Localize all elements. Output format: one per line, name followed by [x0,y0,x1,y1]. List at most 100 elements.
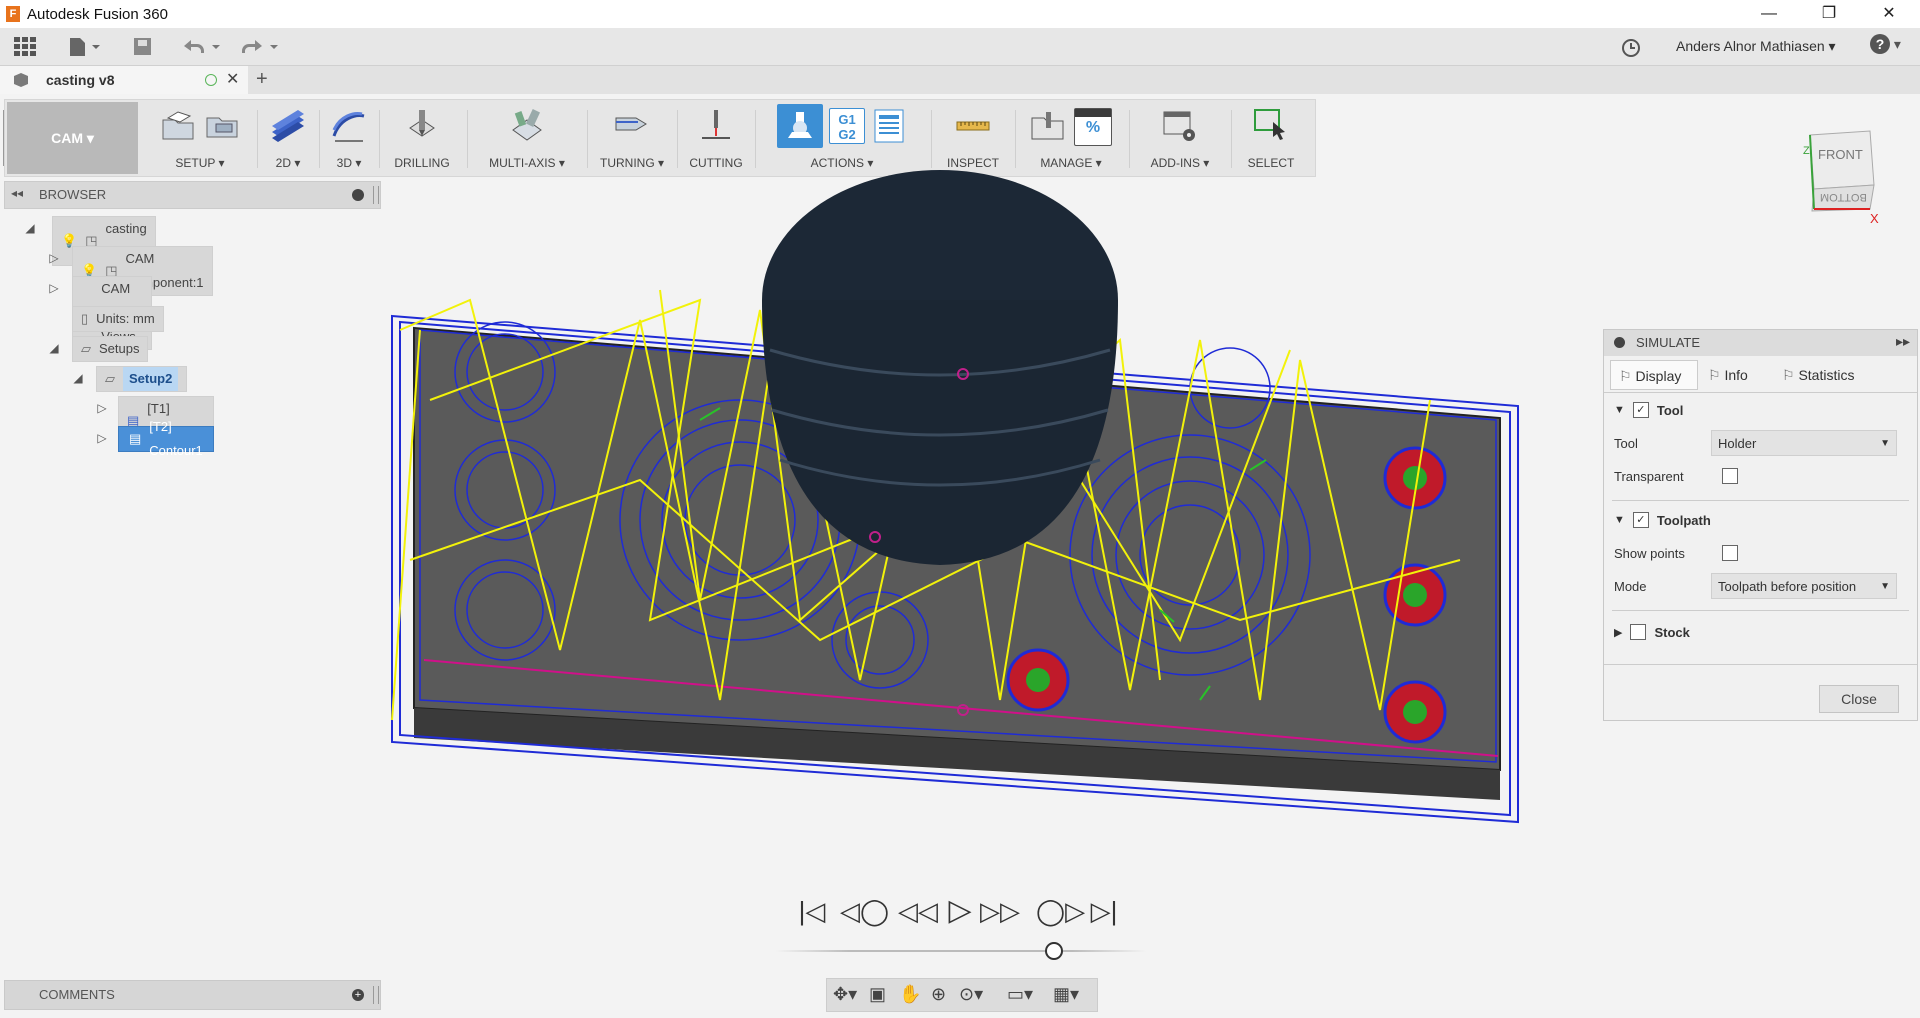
toolpath-section-checkbox[interactable]: ✓ [1632,512,1649,528]
setup-sheet-icon[interactable] [871,108,907,144]
undo-icon[interactable] [180,37,222,57]
templates-icon[interactable]: % [1074,108,1112,146]
add-ins-group[interactable]: ADD-INS ▾ [1131,104,1229,174]
grid-settings-icon[interactable]: ▦▾ [1053,984,1079,1005]
data-panel-grid-icon[interactable] [14,37,36,57]
fit-icon[interactable]: ⊙▾ [959,984,983,1005]
tab-statistics[interactable]: ⚐ Statistics [1776,360,1900,390]
help-menu[interactable]: ? ▾ [1870,34,1910,60]
add-comment-icon[interactable]: + [352,989,364,1001]
step-back-icon[interactable]: ◁◁ [898,895,938,927]
go-to-start-icon[interactable]: |◁ [796,895,828,927]
close-tab-icon[interactable]: ✕ [226,69,239,89]
new-tab-button[interactable]: + [256,68,268,91]
comments-panel[interactable]: COMMENTS + [4,980,381,1010]
new-setup-icon[interactable] [160,108,196,144]
view-cube-bottom-label[interactable]: BOTTOM [1820,191,1867,203]
user-account-menu[interactable]: Anders Alnor Mathiasen ▾ [1676,38,1836,55]
2d-adaptive-icon[interactable] [270,108,306,144]
go-to-end-icon[interactable]: ▷| [1088,895,1120,927]
view-cube-front-label[interactable]: FRONT [1818,147,1863,162]
zoom-icon[interactable]: ⊕ [931,984,946,1005]
multi-axis-group[interactable]: MULTI-AXIS ▾ [469,104,585,174]
3d-viewport[interactable] [370,170,1520,850]
job-status-clock-icon[interactable] [1620,37,1642,59]
toolpath-section-header[interactable]: ▼ ✓ Toolpath [1614,512,1711,528]
expand-triangle-icon[interactable]: ▷ [46,250,62,266]
tree-label: Setups [99,341,140,356]
step-forward-icon[interactable]: ▷▷ [980,895,1020,927]
post-process-icon[interactable]: G1 G2 [829,108,865,144]
drill-icon[interactable] [404,108,440,144]
tool-library-icon[interactable] [1030,108,1066,144]
stock-section-header[interactable]: ▶ Stock [1614,624,1690,640]
cutting-group[interactable]: CUTTING [679,104,753,174]
expand-triangle-icon[interactable]: ▷ [94,430,110,446]
file-menu-icon[interactable] [68,37,104,57]
save-icon[interactable] [132,37,154,57]
inspect-group[interactable]: INSPECT [933,104,1013,174]
select-group[interactable]: SELECT [1233,104,1309,174]
maximize-button[interactable]: ❐ [1806,0,1852,28]
expand-triangle-icon[interactable]: ▷ [94,400,110,416]
drilling-group[interactable]: DRILLING [381,104,463,174]
browser-options-icon[interactable] [352,189,364,201]
expand-panel-icon[interactable]: ▸▸ [1896,333,1910,350]
2d-label: 2D ▾ [275,156,301,170]
panel-grip[interactable] [373,986,379,1004]
measure-icon[interactable] [955,108,991,144]
timeline-slider-thumb[interactable] [1044,942,1063,960]
actions-group[interactable]: G1 G2 ACTIONS ▾ [757,104,927,174]
tree-item-units[interactable]: ▯ Units: mm [72,306,164,332]
look-at-icon[interactable]: ▣ [869,984,886,1005]
orbit-icon[interactable]: ✥▾ [833,984,857,1005]
view-cube[interactable]: FRONT BOTTOM Z X [1800,125,1880,226]
tab-info[interactable]: ⚐ Info [1702,360,1778,390]
turning-icon[interactable] [614,108,650,144]
pan-icon[interactable]: ✋ [899,984,921,1005]
scripts-addins-icon[interactable] [1162,108,1198,144]
3d-adaptive-icon[interactable] [331,108,367,144]
tab-label: Info [1724,367,1748,383]
tool-section-checkbox[interactable]: ✓ [1632,402,1649,418]
tool-section-header[interactable]: ▼ ✓ Tool [1614,402,1683,418]
stock-section-checkbox[interactable] [1630,624,1647,640]
collapse-triangle-icon[interactable]: ▼ [1614,404,1625,416]
simulation-timeline[interactable] [776,950,1146,952]
expand-triangle-icon[interactable]: ▶ [1614,626,1622,639]
collapse-browser-icon[interactable]: ◂◂ [11,186,23,200]
close-simulation-button[interactable]: Close [1819,685,1899,713]
display-settings-icon[interactable]: ▭▾ [1007,984,1033,1005]
collapse-triangle-icon[interactable]: ▼ [1614,514,1625,526]
cutting-icon[interactable] [698,108,734,144]
tool-dropdown[interactable]: Holder ▼ [1711,430,1897,456]
select-arrow-icon[interactable] [1253,108,1289,144]
panel-options-icon[interactable] [1614,337,1625,348]
browser-panel-header[interactable]: ◂◂ BROWSER [4,181,381,209]
3d-group[interactable]: 3D ▾ [321,104,377,174]
simulate-action-button[interactable] [777,104,823,148]
previous-operation-icon[interactable]: ◁◯ [840,895,889,927]
manage-group[interactable]: % MANAGE ▾ [1017,104,1125,174]
setup-folder-icon[interactable] [204,108,240,144]
expand-triangle-icon[interactable]: ◢ [70,370,86,386]
play-icon[interactable]: ▷ [944,895,976,927]
workspace-switcher[interactable]: CAM ▾ [7,102,138,174]
multi-axis-icon[interactable] [509,108,545,144]
mode-dropdown[interactable]: Toolpath before position ▼ [1711,573,1897,599]
show-points-checkbox[interactable] [1722,545,1738,561]
expand-triangle-icon[interactable]: ▷ [46,280,62,296]
tab-display[interactable]: ⚐ Display [1610,360,1698,390]
simulate-panel-header[interactable]: SIMULATE ▸▸ [1604,330,1917,356]
redo-icon[interactable] [238,37,280,57]
minimize-button[interactable]: — [1746,0,1792,28]
expand-triangle-icon[interactable]: ◢ [22,220,38,236]
transparent-checkbox[interactable] [1722,468,1738,484]
setup-group[interactable]: SETUP ▾ [145,104,255,174]
2d-group[interactable]: 2D ▾ [259,104,317,174]
expand-triangle-icon[interactable]: ◢ [46,340,62,356]
next-operation-icon[interactable]: ◯▷ [1036,895,1085,927]
document-tab[interactable]: casting v8 ✕ [0,66,248,94]
turning-group[interactable]: TURNING ▾ [589,104,675,174]
close-window-button[interactable]: ✕ [1866,0,1912,28]
